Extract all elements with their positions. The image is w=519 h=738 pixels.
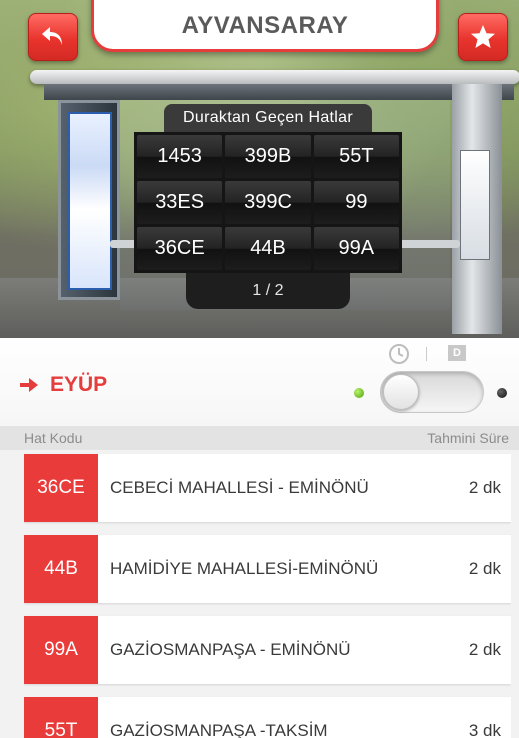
column-code-header: Hat Kodu: [24, 430, 83, 446]
column-eta-header: Tahmini Süre: [427, 430, 509, 446]
board-line[interactable]: 99A: [313, 227, 399, 270]
route-row[interactable]: 36CE CEBECİ MAHALLESİ - EMİNÖNÜ 2 dk: [24, 454, 511, 522]
route-name: HAMİDİYE MAHALLESİ-EMİNÖNÜ: [110, 559, 379, 578]
route-code: 99A: [24, 616, 98, 684]
favorite-button[interactable]: [458, 13, 508, 61]
route-eta: 2 dk: [468, 559, 501, 578]
mode-separator: [426, 347, 427, 361]
toggle-knob[interactable]: [383, 374, 419, 410]
mode-toggle[interactable]: [380, 371, 484, 413]
page-title: AYVANSARAY: [181, 12, 349, 39]
direction-label: EYÜP: [50, 373, 108, 396]
board-line[interactable]: 36CE: [137, 227, 223, 270]
route-name: GAZİOSMANPAŞA - EMİNÖNÜ: [110, 640, 351, 659]
route-code: 44B: [24, 535, 98, 603]
board-line[interactable]: 399C: [225, 181, 311, 224]
board-line[interactable]: 33ES: [137, 181, 223, 224]
route-row[interactable]: 44B HAMİDİYE MAHALLESİ-EMİNÖNÜ 2 dk: [24, 535, 511, 603]
route-code: 36CE: [24, 454, 98, 522]
star-icon: [471, 25, 495, 48]
board-heading: Duraktan Geçen Hatlar: [164, 104, 372, 132]
column-headers: Hat Kodu Tahmini Süre: [0, 426, 519, 450]
board-grid: 1453 399B 55T 33ES 399C 99 36CE 44B 99A: [134, 132, 402, 273]
clock-icon: [389, 344, 409, 364]
mode-icons: D: [388, 343, 478, 365]
page-title-tab: AYVANSARAY: [91, 0, 439, 52]
back-button[interactable]: [28, 13, 78, 61]
route-row[interactable]: 99A GAZİOSMANPAŞA - EMİNÖNÜ 2 dk: [24, 616, 511, 684]
timetable-sign: [460, 150, 490, 260]
right-arrow-icon: [20, 378, 38, 392]
back-arrow-icon: [42, 27, 62, 45]
board-line[interactable]: 44B: [225, 227, 311, 270]
route-list: 36CE CEBECİ MAHALLESİ - EMİNÖNÜ 2 dk 44B…: [24, 450, 511, 738]
route-name: GAZİOSMANPAŞA -TAKSİM: [110, 721, 328, 738]
departure-board: Duraktan Geçen Hatlar 1453 399B 55T 33ES…: [134, 104, 402, 309]
board-line[interactable]: 1453: [137, 135, 223, 178]
advert-poster: [68, 112, 112, 290]
board-line[interactable]: 55T: [313, 135, 399, 178]
inactive-indicator: [497, 388, 507, 398]
route-name: CEBECİ MAHALLESİ - EMİNÖNÜ: [110, 478, 369, 497]
route-row[interactable]: 55T GAZİOSMANPAŞA -TAKSİM 3 dk: [24, 697, 511, 738]
direction-bar: EYÜP D: [0, 338, 519, 426]
d-badge: D: [448, 345, 466, 361]
board-line[interactable]: 399B: [225, 135, 311, 178]
shelter-canopy: [30, 70, 519, 84]
page-indicator[interactable]: 1 / 2: [186, 273, 350, 309]
route-eta: 2 dk: [468, 478, 501, 497]
route-code: 55T: [24, 697, 98, 738]
route-eta: 2 dk: [468, 640, 501, 659]
route-eta: 3 dk: [468, 721, 501, 738]
shelter-roof: [44, 84, 514, 100]
board-line[interactable]: 99: [313, 181, 399, 224]
active-indicator: [354, 388, 364, 398]
